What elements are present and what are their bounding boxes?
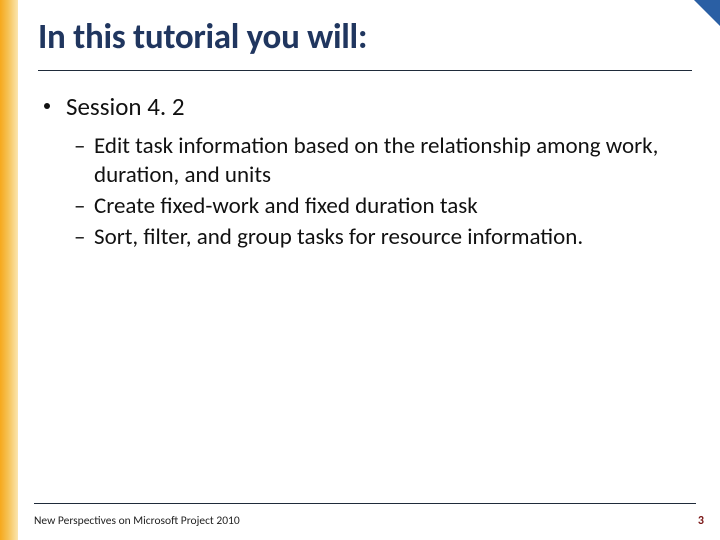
footer-text: New Perspectives on Microsoft Project 20…	[34, 514, 240, 528]
slide-content: In this tutorial you will: Session 4. 2 …	[38, 16, 692, 253]
bullet-level1: Session 4. 2	[44, 91, 692, 122]
dash-icon: –	[74, 132, 90, 161]
page-number: 3	[698, 514, 704, 528]
footer-rule	[34, 503, 696, 504]
slide-title: In this tutorial you will:	[38, 16, 692, 68]
accent-sidebar	[0, 0, 18, 540]
bullet-level2-text: Sort, filter, and group tasks for resour…	[94, 223, 583, 252]
bullet-level2-item: – Edit task information based on the rel…	[74, 132, 692, 190]
bullet-dot-icon	[44, 103, 52, 109]
title-rule	[38, 70, 692, 71]
bullet-level2-text: Edit task information based on the relat…	[94, 132, 692, 190]
corner-fold	[694, 0, 720, 26]
bullet-level1-text: Session 4. 2	[66, 91, 185, 122]
dash-icon: –	[74, 223, 90, 252]
bullet-level2-item: – Sort, filter, and group tasks for reso…	[74, 223, 692, 252]
bullet-level2-item: – Create fixed-work and fixed duration t…	[74, 192, 692, 221]
bullet-level2-list: – Edit task information based on the rel…	[74, 132, 692, 251]
bullet-area: Session 4. 2 – Edit task information bas…	[38, 91, 692, 251]
bullet-level2-text: Create fixed-work and fixed duration tas…	[94, 192, 478, 221]
dash-icon: –	[74, 192, 90, 221]
